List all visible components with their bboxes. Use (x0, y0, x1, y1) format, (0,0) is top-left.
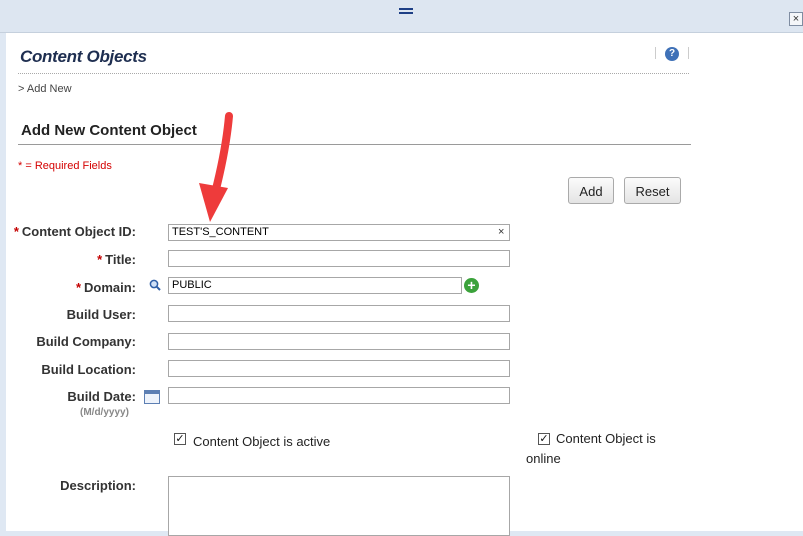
content-object-id-input[interactable]: TEST'S_CONTENT (168, 224, 510, 241)
add-domain-icon[interactable]: + (464, 278, 479, 293)
online-checkbox-label: Content Object is (556, 431, 656, 446)
section-divider (18, 144, 691, 145)
build-company-input[interactable] (168, 333, 510, 350)
search-icon[interactable] (149, 279, 161, 291)
active-checkbox-label: Content Object is active (193, 434, 331, 449)
build-user-input[interactable] (168, 305, 510, 322)
divider (655, 47, 656, 59)
date-format-hint: (M/d/yyyy) (80, 407, 129, 418)
domain-label: * Domain: (0, 280, 136, 295)
title-divider (18, 73, 689, 74)
window-title-bar: × (0, 0, 803, 33)
build-date-input[interactable] (168, 387, 510, 404)
breadcrumb[interactable]: > Add New (18, 83, 72, 95)
description-textarea[interactable] (168, 476, 510, 536)
section-title: Add New Content Object (21, 122, 197, 139)
close-button[interactable]: × (789, 12, 803, 26)
help-icon[interactable]: ? (665, 47, 679, 61)
required-star: * (75, 280, 81, 295)
reset-button[interactable]: Reset (624, 177, 681, 204)
build-date-label: Build Date: (67, 389, 136, 404)
required-fields-note: * = Required Fields (18, 160, 112, 172)
active-checkbox[interactable]: ✓ (174, 433, 186, 445)
online-checkbox[interactable]: ✓ (538, 433, 550, 445)
build-location-input[interactable] (168, 360, 510, 377)
build-location-label: Build Location: (41, 362, 136, 377)
page-title: Content Objects (20, 47, 147, 66)
add-button[interactable]: Add (568, 177, 614, 204)
content-object-id-label: * Content Object ID: (0, 224, 136, 239)
description-label: Description: (60, 478, 136, 493)
calendar-icon[interactable] (144, 390, 160, 404)
build-company-label: Build Company: (36, 334, 136, 349)
divider (688, 47, 689, 59)
label-text: Domain: (84, 280, 136, 295)
required-star: * (97, 252, 103, 267)
title-input[interactable] (168, 250, 510, 267)
clear-field-icon[interactable]: × (498, 226, 504, 238)
drag-handle-icon[interactable] (399, 8, 413, 15)
build-user-label: Build User: (66, 307, 136, 322)
title-label: * Title: (0, 252, 136, 267)
online-checkbox-label-cont: online (526, 451, 561, 466)
required-star: * (13, 224, 19, 239)
label-text: Content Object ID: (21, 224, 136, 239)
content-panel: Content Objects ? > Add New Add New Cont… (6, 33, 803, 536)
label-text: Title: (105, 252, 136, 267)
domain-input[interactable]: PUBLIC (168, 277, 462, 294)
